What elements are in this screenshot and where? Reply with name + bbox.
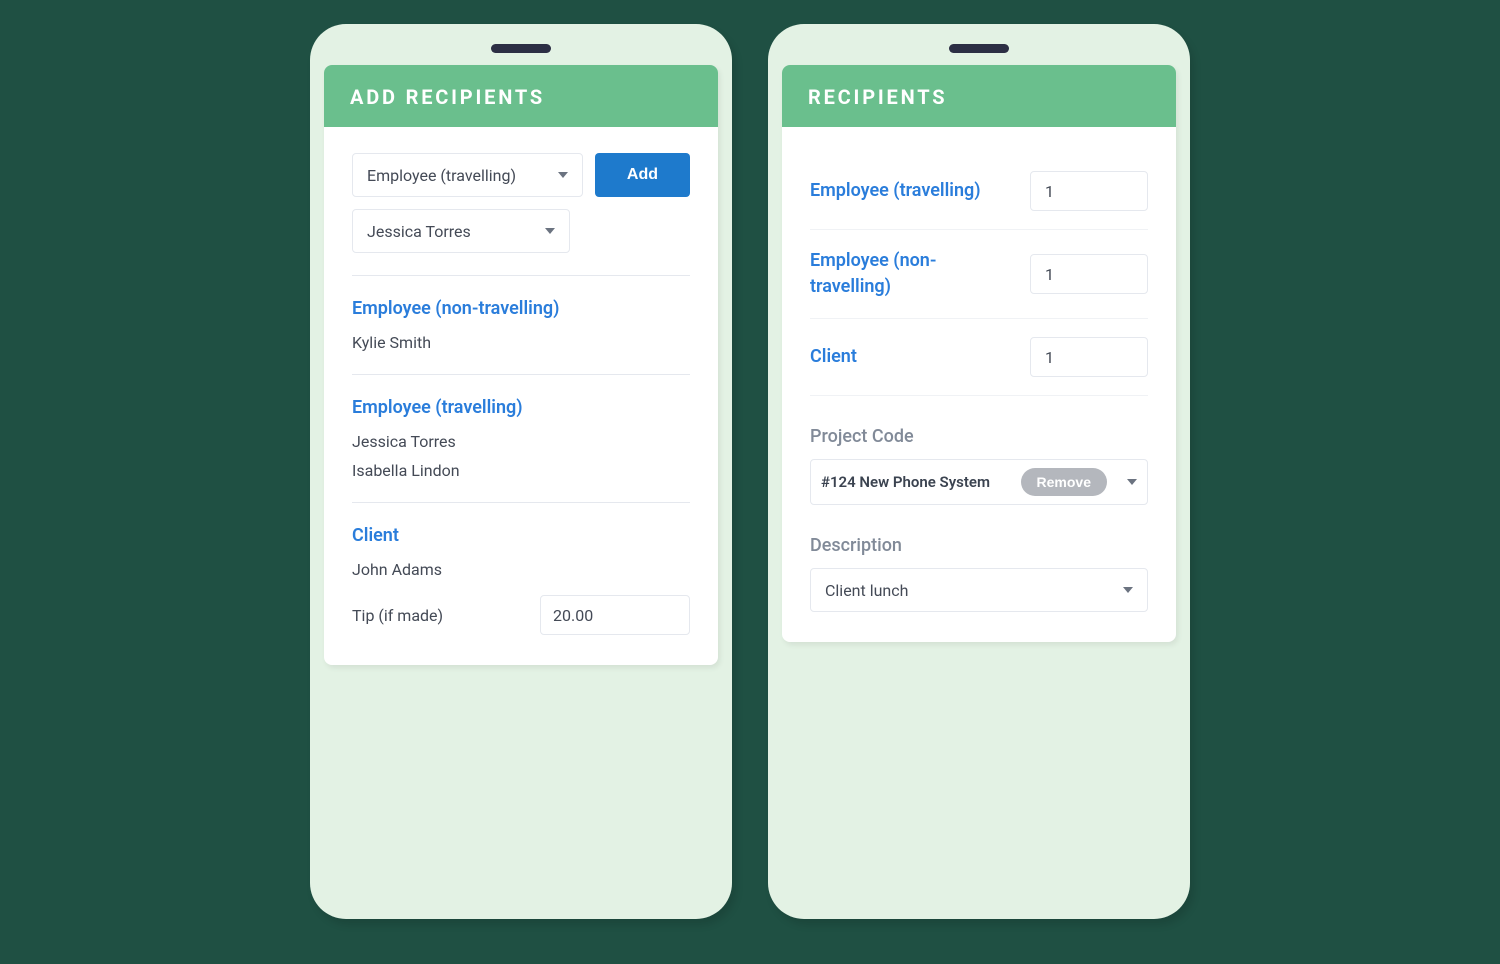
- add-button[interactable]: Add: [595, 153, 690, 197]
- card-body: Employee (travelling) Add Jessica Torres…: [324, 127, 718, 665]
- tip-input[interactable]: 20.00: [540, 595, 690, 635]
- card-body: Employee (travelling) 1 Employee (non-tr…: [782, 127, 1176, 642]
- list-item: John Adams: [352, 560, 690, 579]
- remove-button[interactable]: Remove: [1021, 468, 1107, 496]
- description-label: Description: [810, 535, 1148, 556]
- chevron-down-icon: [1123, 587, 1133, 593]
- phone-add-recipients: ADD RECIPIENTS Employee (travelling) Add…: [310, 24, 732, 919]
- card-add-recipients: ADD RECIPIENTS Employee (travelling) Add…: [324, 65, 718, 665]
- mockup-stage: ADD RECIPIENTS Employee (travelling) Add…: [0, 0, 1500, 919]
- count-input[interactable]: 1: [1030, 254, 1148, 294]
- count-input[interactable]: 1: [1030, 171, 1148, 211]
- chevron-down-icon: [558, 172, 568, 178]
- list-item: Jessica Torres: [352, 432, 690, 451]
- count-label: Employee (travelling): [810, 178, 981, 204]
- section-title-non-travelling: Employee (non-travelling): [352, 298, 690, 319]
- project-code-label: Project Code: [810, 426, 1148, 447]
- count-input[interactable]: 1: [1030, 337, 1148, 377]
- card-recipients: RECIPIENTS Employee (travelling) 1 Emplo…: [782, 65, 1176, 642]
- description-value: Client lunch: [825, 581, 908, 600]
- tip-label: Tip (if made): [352, 606, 443, 625]
- section-title-travelling: Employee (travelling): [352, 397, 690, 418]
- divider: [352, 374, 690, 375]
- recipient-type-select[interactable]: Employee (travelling): [352, 153, 583, 197]
- count-row-travelling: Employee (travelling) 1: [810, 153, 1148, 230]
- count-label: Client: [810, 344, 857, 370]
- recipient-type-value: Employee (travelling): [367, 166, 516, 185]
- count-row-client: Client 1: [810, 319, 1148, 396]
- chevron-down-icon: [1127, 479, 1137, 485]
- tip-input-value: 20.00: [553, 606, 593, 625]
- section-title-client: Client: [352, 525, 690, 546]
- count-label: Employee (non-travelling): [810, 248, 1010, 300]
- list-item: Isabella Lindon: [352, 461, 690, 480]
- phone-notch: [949, 44, 1009, 53]
- project-code-select[interactable]: #124 New Phone System Remove: [810, 459, 1148, 505]
- divider: [352, 502, 690, 503]
- divider: [352, 275, 690, 276]
- project-code-value: #124 New Phone System: [821, 473, 1011, 491]
- count-row-non-travelling: Employee (non-travelling) 1: [810, 230, 1148, 319]
- phone-recipients: RECIPIENTS Employee (travelling) 1 Emplo…: [768, 24, 1190, 919]
- list-item: Kylie Smith: [352, 333, 690, 352]
- card-header: ADD RECIPIENTS: [324, 65, 718, 127]
- phone-notch: [491, 44, 551, 53]
- recipient-person-value: Jessica Torres: [367, 222, 471, 241]
- recipient-person-select[interactable]: Jessica Torres: [352, 209, 570, 253]
- description-select[interactable]: Client lunch: [810, 568, 1148, 612]
- card-header: RECIPIENTS: [782, 65, 1176, 127]
- chevron-down-icon: [545, 228, 555, 234]
